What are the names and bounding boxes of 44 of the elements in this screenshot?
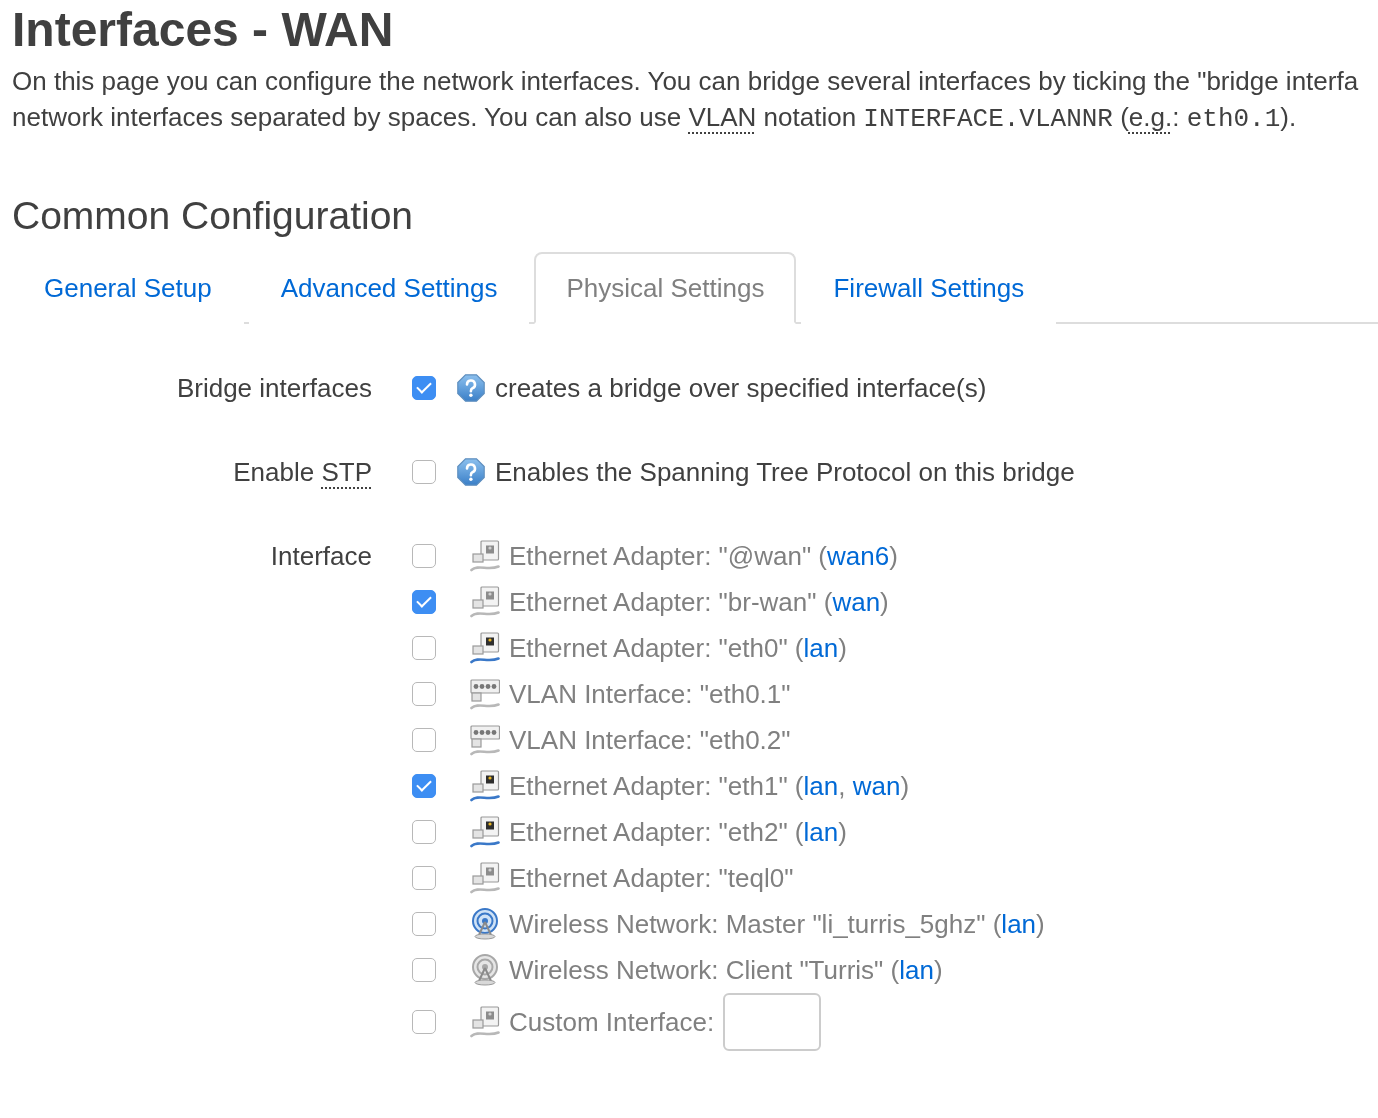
field-label: Interface [270,540,372,573]
network-link[interactable]: lan [803,632,839,663]
checkbox[interactable] [412,376,436,400]
page-title: Interfaces - WAN [12,2,394,58]
interface-label: Wireless Network: Master "li_turris_5ghz" (lan) [509,908,1045,940]
interface-label: Ethernet Adapter: "eth1" (lan, wan) [509,770,910,802]
checkbox[interactable] [412,820,436,844]
checkbox[interactable] [412,866,436,890]
interface-label: VLAN Interface: "eth0.1" [509,678,791,710]
help-text: Enables the Spanning Tree Protocol on this bridge [495,456,1075,488]
interface-label: Custom Interface: [509,1006,715,1038]
checkbox[interactable] [412,636,436,660]
field-label: Bridge interfaces [176,372,372,405]
input-field[interactable] [723,993,822,1051]
section-heading: Common Configuration [12,193,414,239]
checkbox[interactable] [412,544,436,568]
network-link[interactable]: wan6 [827,540,890,571]
interface-label: Ethernet Adapter: "eth0" (lan) [509,632,847,664]
help-icon [457,374,485,402]
network-link[interactable]: wan [852,770,901,801]
page-description: On this page you can configure the network interfaces. You can bridge several interfaces by ticking the "bridge interfa network interfaces separated by spaces. You can also use VLAN notation INTERFACE.VLANNR (e.g.: eth0.1). [12,65,1359,136]
tab[interactable]: Physical Settings [534,252,797,324]
network-link[interactable]: wan [832,586,881,617]
checkbox[interactable] [412,958,436,982]
interface-label: Wireless Network: Client "Turris" (lan) [509,954,943,986]
field-label: Enable STP [233,456,372,489]
network-link[interactable]: lan [803,816,839,847]
interface-label: Ethernet Adapter: "teql0" [509,862,794,894]
checkbox[interactable] [412,460,436,484]
checkbox[interactable] [412,728,436,752]
checkbox[interactable] [412,590,436,614]
interface-label: VLAN Interface: "eth0.2" [509,724,791,756]
interface-label: Ethernet Adapter: "eth2" (lan) [509,816,847,848]
checkbox[interactable] [412,682,436,706]
checkbox[interactable] [412,912,436,936]
help-icon [457,458,485,486]
network-link[interactable]: lan [803,770,839,801]
interface-label: Ethernet Adapter: "@wan" (wan6) [509,540,898,572]
checkbox[interactable] [412,774,436,798]
interface-label: Ethernet Adapter: "br-wan" (wan) [509,586,889,618]
help-text: creates a bridge over specified interface(s) [495,372,987,404]
network-link[interactable]: lan [899,954,934,985]
checkbox[interactable] [412,1010,436,1034]
network-link[interactable]: lan [1001,908,1037,939]
